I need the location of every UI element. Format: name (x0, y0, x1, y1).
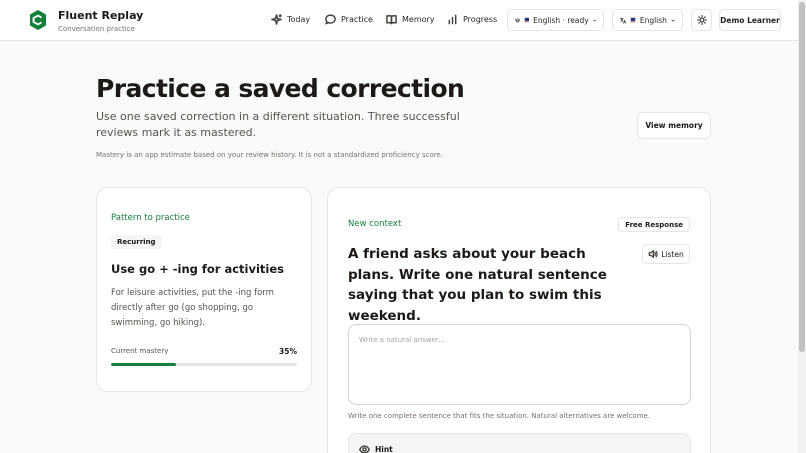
answer-helper-text: Write one complete sentence that fits th… (348, 412, 651, 420)
language-select[interactable]: English (612, 9, 683, 31)
hint-toggle[interactable]: Hint (348, 433, 691, 453)
translate-icon (620, 16, 627, 24)
bar-chart-icon (448, 14, 457, 25)
context-card: New context Free Response A friend asks … (327, 187, 711, 453)
mastery-progress-fill (111, 363, 177, 366)
us-flag-icon (524, 17, 530, 23)
nav-today[interactable]: Today (271, 14, 310, 25)
brand-subtitle: Conversation practice (58, 25, 135, 33)
mastery-disclaimer: Mastery is an app estimate based on your… (96, 151, 443, 159)
hint-content: Hint (359, 444, 393, 453)
us-flag-icon (630, 17, 636, 23)
language-label: English (639, 15, 667, 25)
context-section-label: New context (348, 219, 402, 229)
sparkle-icon (271, 14, 282, 25)
hint-label: Hint (375, 445, 393, 453)
listen-button[interactable]: Listen (642, 244, 690, 264)
nav-practice[interactable]: Practice (325, 14, 373, 25)
pattern-title: Use go + -ing for activities (111, 262, 285, 276)
view-memory-button[interactable]: View memory (637, 112, 711, 139)
theme-toggle-button[interactable] (691, 9, 712, 31)
model-status-label: English · ready (533, 15, 589, 25)
pattern-description: For leisure activities, put the -ing for… (111, 288, 274, 328)
speaker-icon (648, 250, 658, 258)
chevron-down-icon (671, 19, 675, 22)
sun-icon (696, 15, 707, 25)
mastery-label: Current mastery (111, 347, 169, 355)
recurring-badge: Recurring (111, 235, 162, 249)
listen-label: Listen (661, 249, 684, 259)
nav-memory-label: Memory (402, 15, 435, 24)
nav-today-label: Today (287, 15, 311, 24)
graduation-cap-icon (515, 17, 521, 22)
eye-icon (359, 445, 370, 453)
scrollbar-thumb[interactable] (799, 2, 805, 352)
pattern-card: Pattern to practice Recurring Use go + -… (96, 187, 312, 392)
page-title: Practice a saved correction (96, 74, 465, 103)
book-icon (386, 15, 397, 25)
mastery-value: 35% (279, 347, 297, 356)
mastery-progress-bar (111, 363, 297, 366)
user-menu-button[interactable]: Demo Learner (719, 9, 781, 31)
nav-practice-label: Practice (341, 15, 373, 24)
user-name: Demo Learner (720, 15, 780, 25)
nav-memory[interactable]: Memory (386, 14, 435, 25)
nav-progress-label: Progress (463, 15, 498, 24)
free-response-badge: Free Response (618, 217, 690, 232)
chat-bubble-icon (325, 14, 336, 25)
brand-name[interactable]: Fluent Replay (58, 9, 143, 22)
pattern-section-label: Pattern to practice (111, 213, 190, 223)
answer-input[interactable] (348, 324, 691, 405)
model-status-select[interactable]: English · ready (507, 9, 604, 31)
nav-progress[interactable]: Progress (447, 14, 497, 25)
app-logo-icon[interactable] (30, 10, 46, 30)
chevron-down-icon (592, 19, 596, 21)
page-description: Use one saved correction in a different … (96, 110, 460, 139)
situation-prompt: A friend asks about your beach plans. Wr… (348, 246, 607, 324)
page-scrollbar[interactable] (798, 0, 806, 453)
top-header: Fluent Replay Conversation practice Toda… (0, 0, 798, 41)
